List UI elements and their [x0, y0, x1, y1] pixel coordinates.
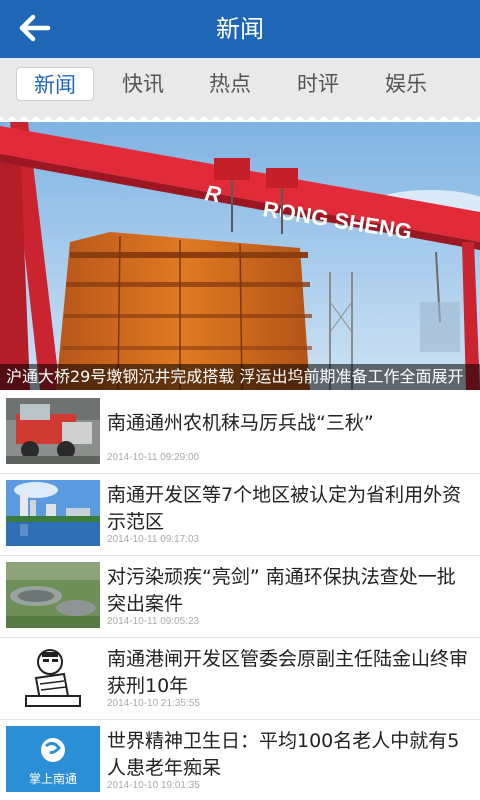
app-screen: 新闻 新闻 快讯 热点 时评 娱乐 RONG SHENG R 沪通大桥29号墩钢… [0, 0, 480, 800]
tab-divider [0, 112, 480, 122]
tab-flash[interactable]: 快讯 [104, 67, 182, 101]
news-title: 世界精神卫生日：平均100名老人中就有5人患老年痴呆 [107, 730, 460, 779]
page-title: 新闻 [216, 15, 264, 43]
news-item[interactable]: 南通港闸开发区管委会原副主任陆金山终审获刑10年 2014-10-10 21:3… [0, 638, 480, 720]
logo-text: 掌上南通 [28, 772, 77, 786]
news-title: 对污染顽疾“亮剑” 南通环保执法查处一批突出案件 [107, 566, 456, 615]
news-date: 2014-10-10 21:35:55 [107, 698, 200, 709]
news-date: 2014-10-10 19:01:35 [107, 780, 200, 791]
featured-caption: 沪通大桥29号墩钢沉井完成搭载 浮运出坞前期准备工作全面展开 [6, 367, 464, 386]
news-title: 南通港闸开发区管委会原副主任陆金山终审获刑10年 [107, 648, 469, 697]
news-item[interactable]: 南通开发区等7个地区被认定为省利用外资示范区 2014-10-11 09:17:… [0, 474, 480, 556]
news-title: 南通开发区等7个地区被认定为省利用外资示范区 [107, 484, 462, 533]
news-item[interactable]: 对污染顽疾“亮剑” 南通环保执法查处一批突出案件 2014-10-11 09:0… [0, 556, 480, 638]
news-thumbnail-logo: 掌上南通 [6, 726, 100, 792]
news-title: 南通通州农机秣马厉兵战“三秋” [107, 412, 374, 434]
tab-hot[interactable]: 热点 [191, 67, 269, 101]
featured-story[interactable]: RONG SHENG R 沪通大桥29号墩钢沉井完成搭载 浮运出坞前期准备工作全… [0, 122, 480, 390]
news-thumbnail-harvester [6, 398, 100, 464]
news-thumbnail-cartoon [6, 644, 100, 710]
news-thumbnail-plant [6, 562, 100, 628]
news-date: 2014-10-11 09:29:00 [107, 452, 200, 463]
news-date: 2014-10-11 09:05:23 [107, 616, 200, 627]
tab-commentary[interactable]: 时评 [279, 67, 357, 101]
tab-news[interactable]: 新闻 [16, 67, 94, 101]
featured-image: RONG SHENG R [0, 122, 480, 390]
news-list: 南通通州农机秣马厉兵战“三秋” 2014-10-11 09:29:00 南通开发… [0, 392, 480, 800]
caption-bar: 沪通大桥29号墩钢沉井完成搭载 浮运出坞前期准备工作全面展开 [0, 364, 480, 390]
news-date: 2014-10-11 09:17:03 [107, 534, 200, 545]
top-bar: 新闻 [0, 0, 480, 58]
news-item[interactable]: 掌上南通 世界精神卫生日：平均100名老人中就有5人患老年痴呆 2014-10-… [0, 720, 480, 800]
news-item[interactable]: 南通通州农机秣马厉兵战“三秋” 2014-10-11 09:29:00 [0, 392, 480, 474]
news-thumbnail-city [6, 480, 100, 546]
tab-entertainment[interactable]: 娱乐 [367, 67, 445, 101]
category-tabs: 新闻 快讯 热点 时评 娱乐 [0, 58, 480, 112]
